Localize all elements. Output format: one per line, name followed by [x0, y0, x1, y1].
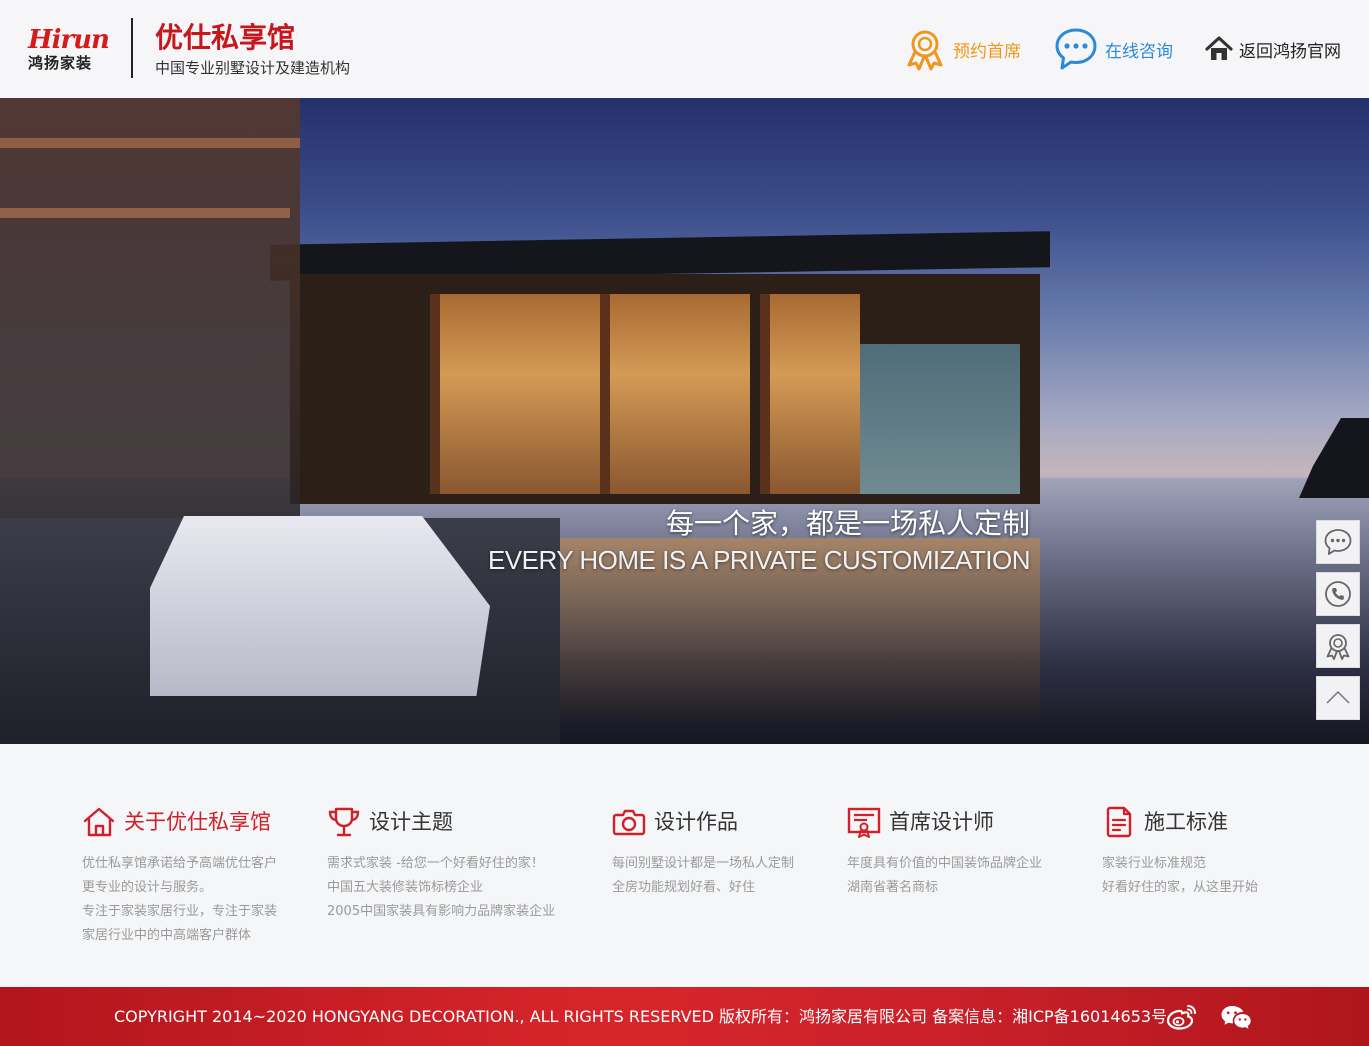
site-subtitle: 中国专业别墅设计及建造机构 — [155, 59, 351, 77]
feature-construction-standard[interactable]: 施工标准 家装行业标准规范 好看好住的家，从这里开始 — [1102, 806, 1258, 900]
feature-line: 优仕私享馆承诺给予高端优仕客户 — [82, 856, 278, 871]
feature-line: 需求式家装 -给您一个好看好住的家！ — [327, 856, 544, 871]
feature-line: 全房功能规划好看、好住 — [612, 880, 756, 895]
feature-line: 年度具有价值的中国装饰品牌企业 — [847, 856, 1043, 871]
feature-title: 首席设计师 — [889, 810, 994, 834]
wechat-icon[interactable] — [1220, 1003, 1252, 1031]
logo-divider — [131, 18, 133, 78]
feature-title: 关于优仕私享馆 — [124, 810, 271, 834]
certificate-icon — [847, 807, 881, 838]
feature-design-works[interactable]: 设计作品 每间别墅设计都是一场私人定制 全房功能规划好看、好住 — [612, 806, 794, 900]
reserve-chief-label: 预约首席 — [953, 41, 1021, 62]
top-nav: 预约首席 在线咨询 返回鸿扬官网 — [871, 26, 1341, 72]
feature-title: 设计作品 — [654, 810, 738, 834]
hero-banner: 每一个家，都是一场私人定制 EVERY HOME IS A PRIVATE CU… — [0, 98, 1369, 744]
chat-icon — [1055, 28, 1097, 70]
site-title: 优仕私享馆 — [155, 21, 296, 54]
brand-en: Hirun — [28, 25, 110, 55]
feature-title: 设计主题 — [369, 810, 453, 834]
hero-glass-railing — [860, 344, 1020, 494]
feature-line: 家装行业标准规范 — [1102, 856, 1207, 871]
feature-line: 中国五大装修装饰标榜企业 — [327, 880, 484, 895]
feature-line: 2005中国家装具有影响力品牌家装企业 — [327, 904, 556, 919]
hero-room-left — [430, 294, 600, 494]
feature-chief-designer[interactable]: 首席设计师 年度具有价值的中国装饰品牌企业 湖南省著名商标 — [847, 806, 1042, 900]
footer-copyright: COPYRIGHT 2014~2020 HONGYANG DECORATION.… — [114, 1007, 1168, 1026]
back-to-top-button[interactable] — [1316, 676, 1360, 720]
hero-dining-table — [150, 516, 490, 696]
features-section: 关于优仕私享馆 优仕私享馆承诺给予高端优仕客户 更专业的设计与服务。 专注于家装… — [0, 744, 1369, 987]
back-to-official-label: 返回鸿扬官网 — [1239, 41, 1341, 62]
reserve-chief-link[interactable]: 预约首席 — [903, 27, 1021, 71]
phone-icon — [1325, 581, 1351, 607]
document-icon — [1106, 806, 1132, 838]
hero-room-mid — [600, 294, 750, 494]
home-icon — [1205, 36, 1233, 60]
house-icon — [83, 807, 115, 837]
hero-island — [1299, 418, 1369, 498]
trophy-icon — [328, 807, 360, 837]
weibo-icon[interactable] — [1166, 1003, 1198, 1031]
floating-sidebar — [1316, 520, 1360, 728]
hero-pergola — [0, 98, 300, 518]
hirun-logo[interactable]: Hirun 鸿扬家装 — [28, 26, 112, 74]
back-to-official-link[interactable]: 返回鸿扬官网 — [1205, 35, 1341, 63]
feature-line: 家居行业中的中高端客户群体 — [82, 928, 252, 943]
camera-icon — [612, 809, 646, 836]
side-medal-button[interactable] — [1316, 624, 1360, 668]
feature-line: 更专业的设计与服务。 — [82, 880, 213, 895]
feature-about[interactable]: 关于优仕私享馆 优仕私享馆承诺给予高端优仕客户 更专业的设计与服务。 专注于家装… — [82, 806, 277, 948]
side-phone-button[interactable] — [1316, 572, 1360, 616]
feature-line: 每间别墅设计都是一场私人定制 — [612, 856, 795, 871]
medal-icon — [1326, 634, 1350, 660]
chat-icon — [1324, 529, 1352, 555]
online-consult-label: 在线咨询 — [1105, 41, 1173, 62]
footer: COPYRIGHT 2014~2020 HONGYANG DECORATION.… — [0, 987, 1369, 1046]
feature-line: 湖南省著名商标 — [847, 880, 939, 895]
hero-tagline: 每一个家，都是一场私人定制 — [665, 507, 1030, 540]
brand-cn: 鸿扬家装 — [28, 54, 93, 72]
hero-tagline-en: EVERY HOME IS A PRIVATE CUSTOMIZATION — [487, 545, 1031, 575]
feature-title: 施工标准 — [1144, 810, 1228, 834]
feature-design-theme[interactable]: 设计主题 需求式家装 -给您一个好看好住的家！ 中国五大装修装饰标榜企业 200… — [327, 806, 555, 924]
medal-icon — [907, 30, 943, 71]
feature-line: 专注于家装家居行业，专注于家装 — [82, 904, 278, 919]
online-consult-link[interactable]: 在线咨询 — [1053, 26, 1173, 72]
header: Hirun 鸿扬家装 优仕私享馆 中国专业别墅设计及建造机构 预约首席 在线咨询 — [0, 0, 1369, 98]
back-to-top-icon — [1326, 690, 1350, 704]
feature-line: 好看好住的家，从这里开始 — [1102, 880, 1259, 895]
hero-room-right — [760, 294, 860, 494]
side-chat-button[interactable] — [1316, 520, 1360, 564]
